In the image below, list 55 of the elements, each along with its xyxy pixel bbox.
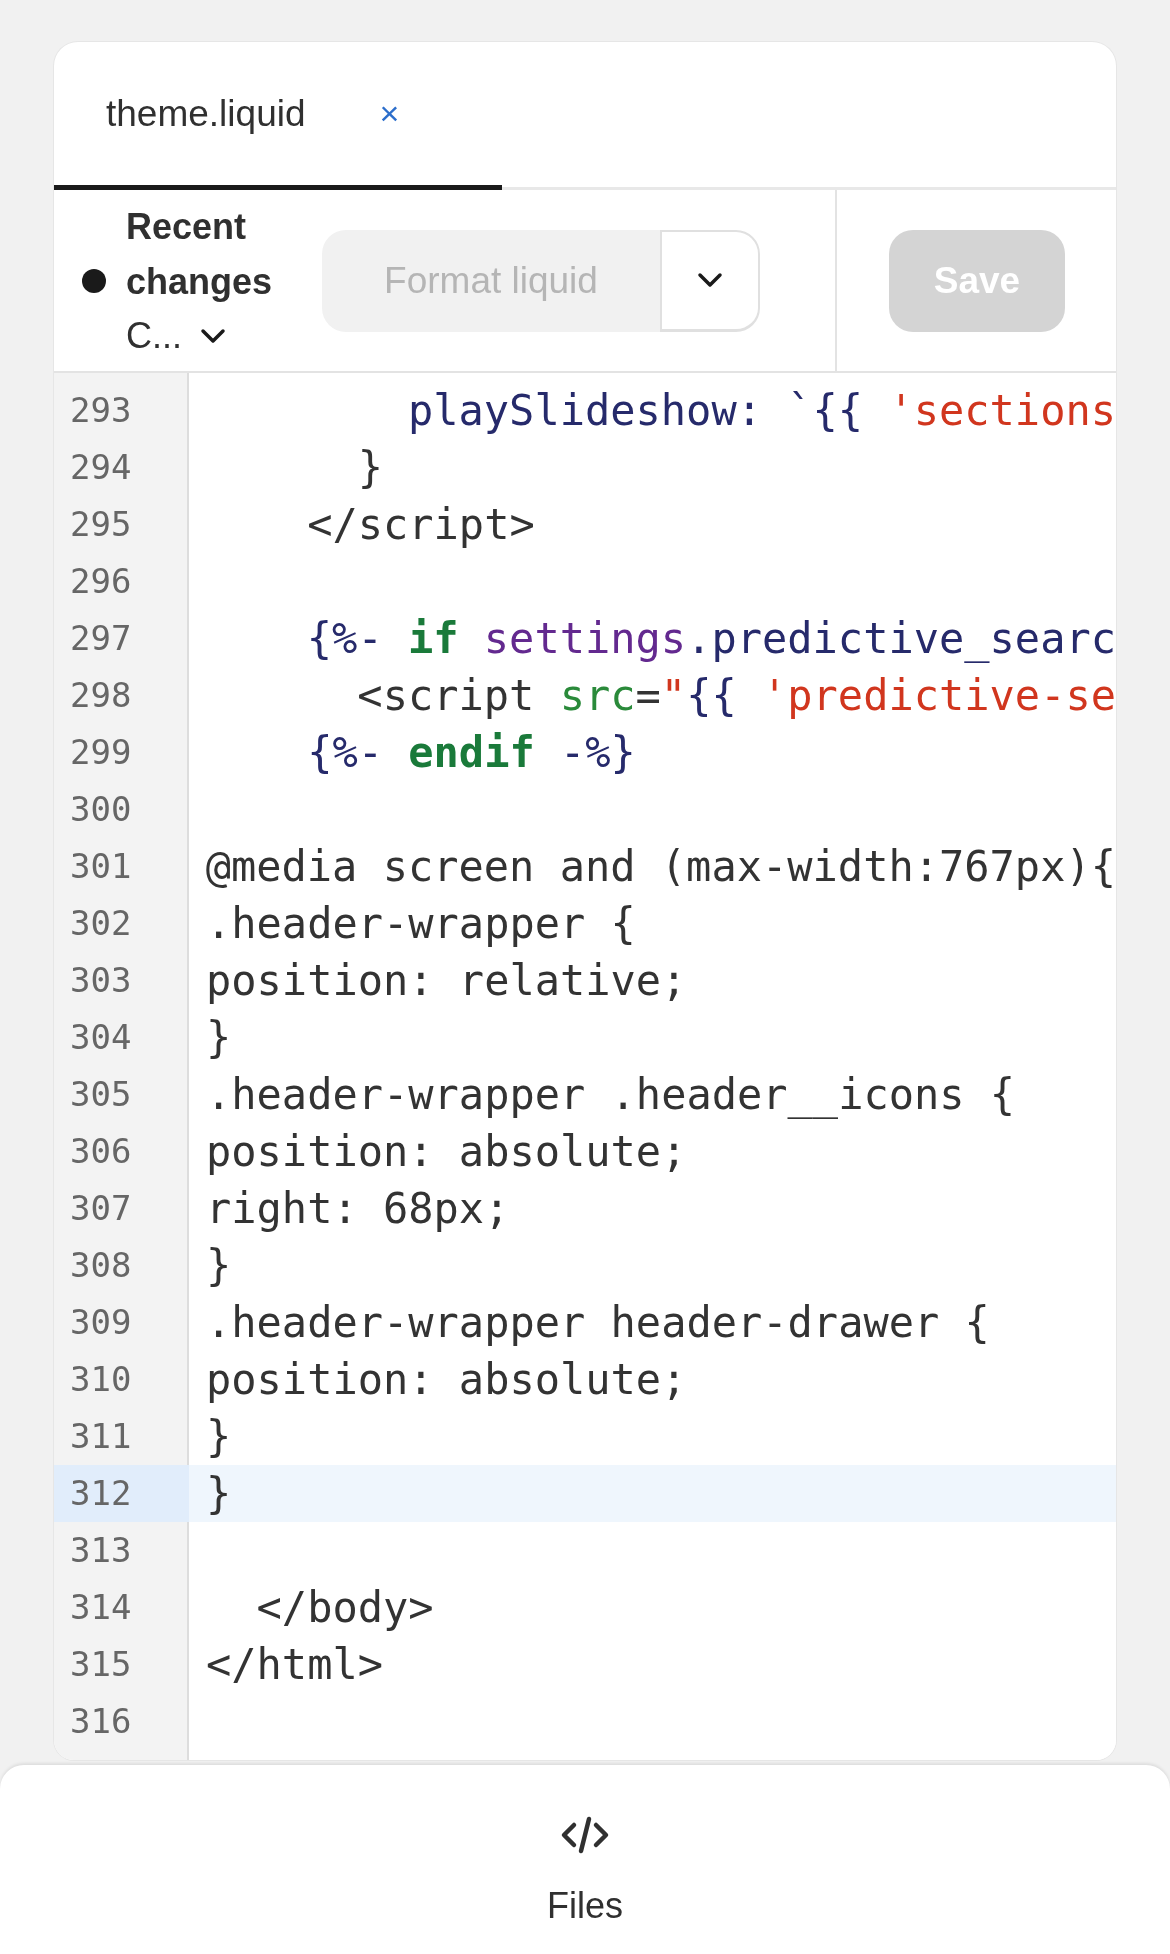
close-icon[interactable]: × [379, 94, 400, 133]
line-number: 301 [69, 845, 133, 888]
line-number: 293 [69, 389, 133, 432]
line-number: 310 [69, 1358, 133, 1401]
line-number: 305 [69, 1073, 133, 1116]
code-text: right: 68px; [205, 1184, 510, 1233]
code-text: position: absolute; [205, 1355, 687, 1404]
code-text: </body> [255, 1583, 434, 1632]
code-text: @media screen and (max-width:767px){ [204, 842, 1116, 891]
line-number: 312 [54, 1465, 189, 1522]
code-text: <script src="{{ 'predictive-se [356, 671, 1116, 720]
line-number: 294 [69, 446, 133, 489]
code-text: .header-wrapper .header__icons { [205, 1070, 1016, 1119]
line-number: 304 [69, 1016, 133, 1059]
line-number: 307 [69, 1187, 133, 1230]
line-number: 297 [69, 617, 133, 660]
code-text: } [205, 1241, 232, 1290]
line-number: 306 [69, 1130, 133, 1173]
code-text: position: relative; [205, 956, 687, 1005]
code-text: position: absolute; [205, 1127, 687, 1176]
line-number: 299 [69, 731, 133, 774]
code-text: } [205, 1469, 232, 1518]
line-number: 296 [69, 560, 133, 603]
code-text: {%- endif -%} [306, 728, 636, 777]
code-text: playSlideshow: `{{ 'sections [406, 386, 1116, 435]
version-dropdown[interactable]: C... [126, 308, 316, 363]
code-text: } [356, 443, 383, 492]
code-icon [560, 1815, 610, 1855]
line-number: 313 [69, 1529, 133, 1572]
code-text: } [205, 1412, 232, 1461]
code-text: </html> [205, 1640, 383, 1689]
code-text: .header-wrapper header-drawer { [205, 1298, 990, 1347]
code-text: } [205, 1013, 232, 1062]
files-nav-button[interactable]: Files [547, 1815, 623, 1927]
more-options-button[interactable] [660, 229, 760, 332]
line-number: 295 [69, 503, 133, 546]
line-number: 302 [69, 902, 133, 945]
line-number: 311 [69, 1415, 133, 1458]
status-dot-icon [82, 268, 106, 293]
line-number: 314 [69, 1586, 133, 1629]
code-text: {%- if settings.predictive_searc [305, 614, 1116, 663]
line-number: 309 [69, 1301, 133, 1344]
code-text: </script> [306, 500, 535, 549]
tab-title: theme.liquid [106, 92, 306, 135]
code-text: .header-wrapper { [205, 899, 636, 948]
chevron-down-icon [697, 272, 723, 288]
line-number: 298 [69, 674, 133, 717]
line-number: 315 [69, 1643, 133, 1686]
line-number: 300 [69, 788, 133, 831]
file-tab[interactable]: theme.liquid × [54, 42, 502, 190]
status-title: Recent changes [126, 204, 274, 304]
line-number: 316 [69, 1700, 133, 1743]
line-number: 308 [69, 1244, 133, 1287]
line-number: 303 [69, 959, 133, 1002]
chevron-down-icon [200, 327, 226, 344]
